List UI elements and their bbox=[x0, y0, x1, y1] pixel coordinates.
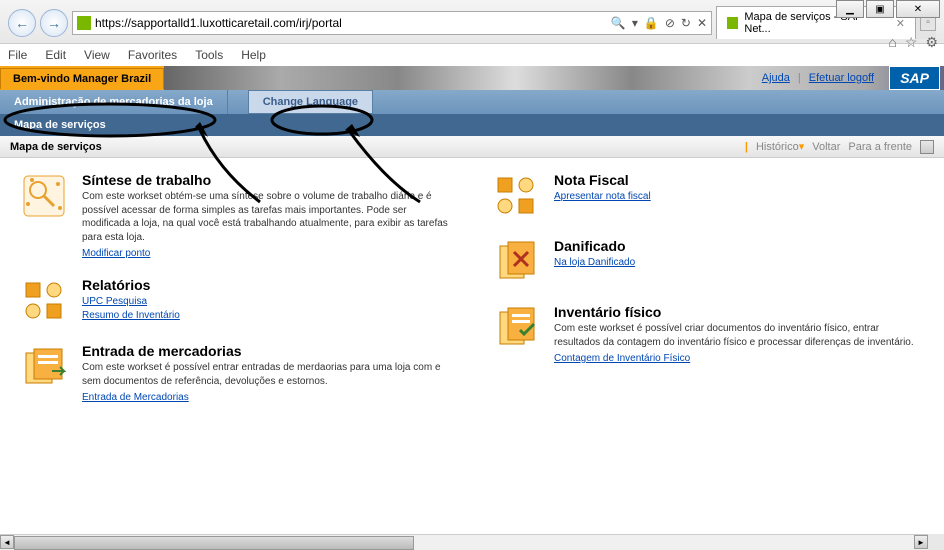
portal-header: Bem-vindo Manager Brazil Ajuda | Efetuar… bbox=[0, 66, 944, 90]
inventory-icon bbox=[492, 304, 540, 352]
tab-merchandise-admin[interactable]: Administração de mercadorias da loja bbox=[0, 90, 228, 114]
overview-icon bbox=[20, 172, 68, 220]
address-bar[interactable]: https://sapportalld1.luxotticaretail.com… bbox=[72, 11, 712, 35]
tab-close-icon[interactable]: ✕ bbox=[896, 17, 905, 30]
close-button[interactable]: ✕ bbox=[896, 0, 940, 18]
stop-icon[interactable]: ⊘ bbox=[665, 16, 675, 30]
menu-edit[interactable]: Edit bbox=[45, 48, 66, 62]
workset-inventory-desc: Com este workset é possível criar docume… bbox=[554, 322, 924, 349]
workset-overview-desc: Com este workset obtém-se uma síntese so… bbox=[82, 190, 452, 244]
inventory-summary-link[interactable]: Resumo de Inventário bbox=[82, 310, 452, 321]
present-nota-fiscal-link[interactable]: Apresentar nota fiscal bbox=[554, 191, 924, 202]
sub-nav: Mapa de serviços bbox=[0, 114, 944, 136]
sap-logo: SAP bbox=[889, 66, 940, 90]
upc-search-link[interactable]: UPC Pesquisa bbox=[82, 296, 452, 307]
goods-entry-link[interactable]: Entrada de Mercadorias bbox=[82, 392, 452, 403]
url-text: https://sapportalld1.luxotticaretail.com… bbox=[95, 16, 607, 30]
scroll-thumb[interactable] bbox=[14, 536, 414, 550]
reports-icon bbox=[20, 277, 68, 325]
help-link[interactable]: Ajuda bbox=[762, 72, 790, 84]
physical-inventory-count-link[interactable]: Contagem de Inventário Físico bbox=[554, 353, 924, 364]
workset-goods-entry-desc: Com este workset é possível entrar entra… bbox=[82, 361, 452, 388]
workset-damaged-title: Danificado bbox=[554, 238, 924, 254]
menu-view[interactable]: View bbox=[84, 48, 110, 62]
sub-nav-service-map[interactable]: Mapa de serviços bbox=[14, 119, 106, 131]
menu-tools[interactable]: Tools bbox=[195, 48, 223, 62]
home-icon[interactable]: ⌂ bbox=[888, 34, 896, 51]
modify-point-link[interactable]: Modificar ponto bbox=[82, 248, 452, 259]
workset-nota-fiscal-title: Nota Fiscal bbox=[554, 172, 924, 188]
menu-bar: File Edit View Favorites Tools Help bbox=[0, 44, 944, 66]
workset-goods-entry-title: Entrada de mercadorias bbox=[82, 343, 452, 359]
forward-link: Para a frente bbox=[848, 141, 912, 153]
menu-help[interactable]: Help bbox=[241, 48, 266, 62]
site-icon bbox=[77, 16, 91, 30]
damaged-store-link[interactable]: Na loja Danificado bbox=[554, 257, 924, 268]
welcome-badge: Bem-vindo Manager Brazil bbox=[0, 68, 164, 89]
scroll-left-icon[interactable]: ◄ bbox=[0, 535, 14, 549]
scroll-corner bbox=[928, 534, 944, 550]
panel-menu-icon[interactable] bbox=[920, 140, 934, 154]
tab-change-language[interactable]: Change Language bbox=[248, 90, 373, 114]
search-icon[interactable]: 🔍 bbox=[611, 16, 626, 30]
maximize-button[interactable]: ▣ bbox=[866, 0, 894, 18]
back-button[interactable]: ← bbox=[8, 9, 36, 37]
menu-file[interactable]: File bbox=[8, 48, 27, 62]
top-nav: Administração de mercadorias da loja Cha… bbox=[0, 90, 944, 114]
workset-overview-title: Síntese de trabalho bbox=[82, 172, 452, 188]
workset-reports-title: Relatórios bbox=[82, 277, 452, 293]
history-link[interactable]: Histórico▾ bbox=[756, 140, 804, 153]
minimize-button[interactable]: ▁ bbox=[836, 0, 864, 18]
lock-icon: 🔒 bbox=[644, 16, 659, 30]
forward-button[interactable]: → bbox=[40, 9, 68, 37]
page-title: Mapa de serviços bbox=[10, 141, 102, 153]
workset-inventory-title: Inventário físico bbox=[554, 304, 924, 320]
favorites-icon[interactable]: ☆ bbox=[905, 34, 918, 51]
refresh-icon[interactable]: ↻ bbox=[681, 16, 691, 30]
damaged-icon bbox=[492, 238, 540, 286]
tab-favicon bbox=[727, 17, 738, 29]
close-url-icon[interactable]: ✕ bbox=[697, 16, 707, 30]
goods-entry-icon bbox=[20, 343, 68, 391]
settings-icon[interactable]: ⚙ bbox=[925, 34, 938, 51]
menu-favorites[interactable]: Favorites bbox=[128, 48, 177, 62]
nota-fiscal-icon bbox=[492, 172, 540, 220]
horizontal-scrollbar[interactable]: ◄ ► bbox=[0, 534, 928, 550]
back-link: Voltar bbox=[812, 141, 840, 153]
logoff-link[interactable]: Efetuar logoff bbox=[809, 72, 874, 84]
scroll-right-icon[interactable]: ► bbox=[914, 535, 928, 549]
